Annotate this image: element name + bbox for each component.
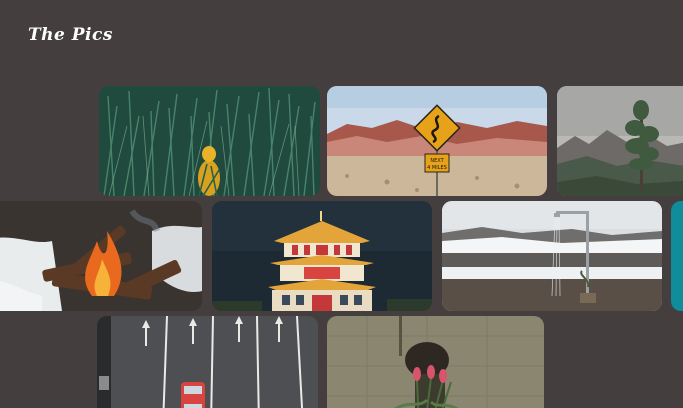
photo-tile-mountain-tree[interactable]: [557, 86, 683, 196]
grass-photo: [99, 86, 320, 196]
campfire-photo: [0, 201, 202, 311]
desert-sign-photo: NEXT 4 MILES: [327, 86, 547, 196]
photo-tile-campfire[interactable]: [0, 201, 202, 311]
road-sign-text-top: NEXT: [430, 158, 444, 164]
photo-tile-grass[interactable]: [99, 86, 320, 196]
tulips-photo: [327, 316, 544, 408]
page: The Pics NEXT 4 MILES: [0, 0, 683, 408]
photo-tile-pagoda[interactable]: [212, 201, 432, 311]
photo-tile-aerial-road[interactable]: [97, 316, 318, 408]
photo-tile-desert-road-sign[interactable]: NEXT 4 MILES: [327, 86, 547, 196]
aerial-road-photo: [97, 316, 318, 408]
road-sign-text-bottom: 4 MILES: [427, 165, 447, 171]
outdoor-shower-photo: [442, 201, 662, 311]
photo-tile-outdoor-shower[interactable]: [442, 201, 662, 311]
mountain-tree-photo: [557, 86, 683, 196]
pagoda-photo: [212, 201, 432, 311]
site-logo[interactable]: The Pics: [28, 25, 113, 45]
photo-tile-tulips[interactable]: [327, 316, 544, 408]
teal-photo: [671, 201, 683, 311]
photo-tile-teal[interactable]: [671, 201, 683, 311]
